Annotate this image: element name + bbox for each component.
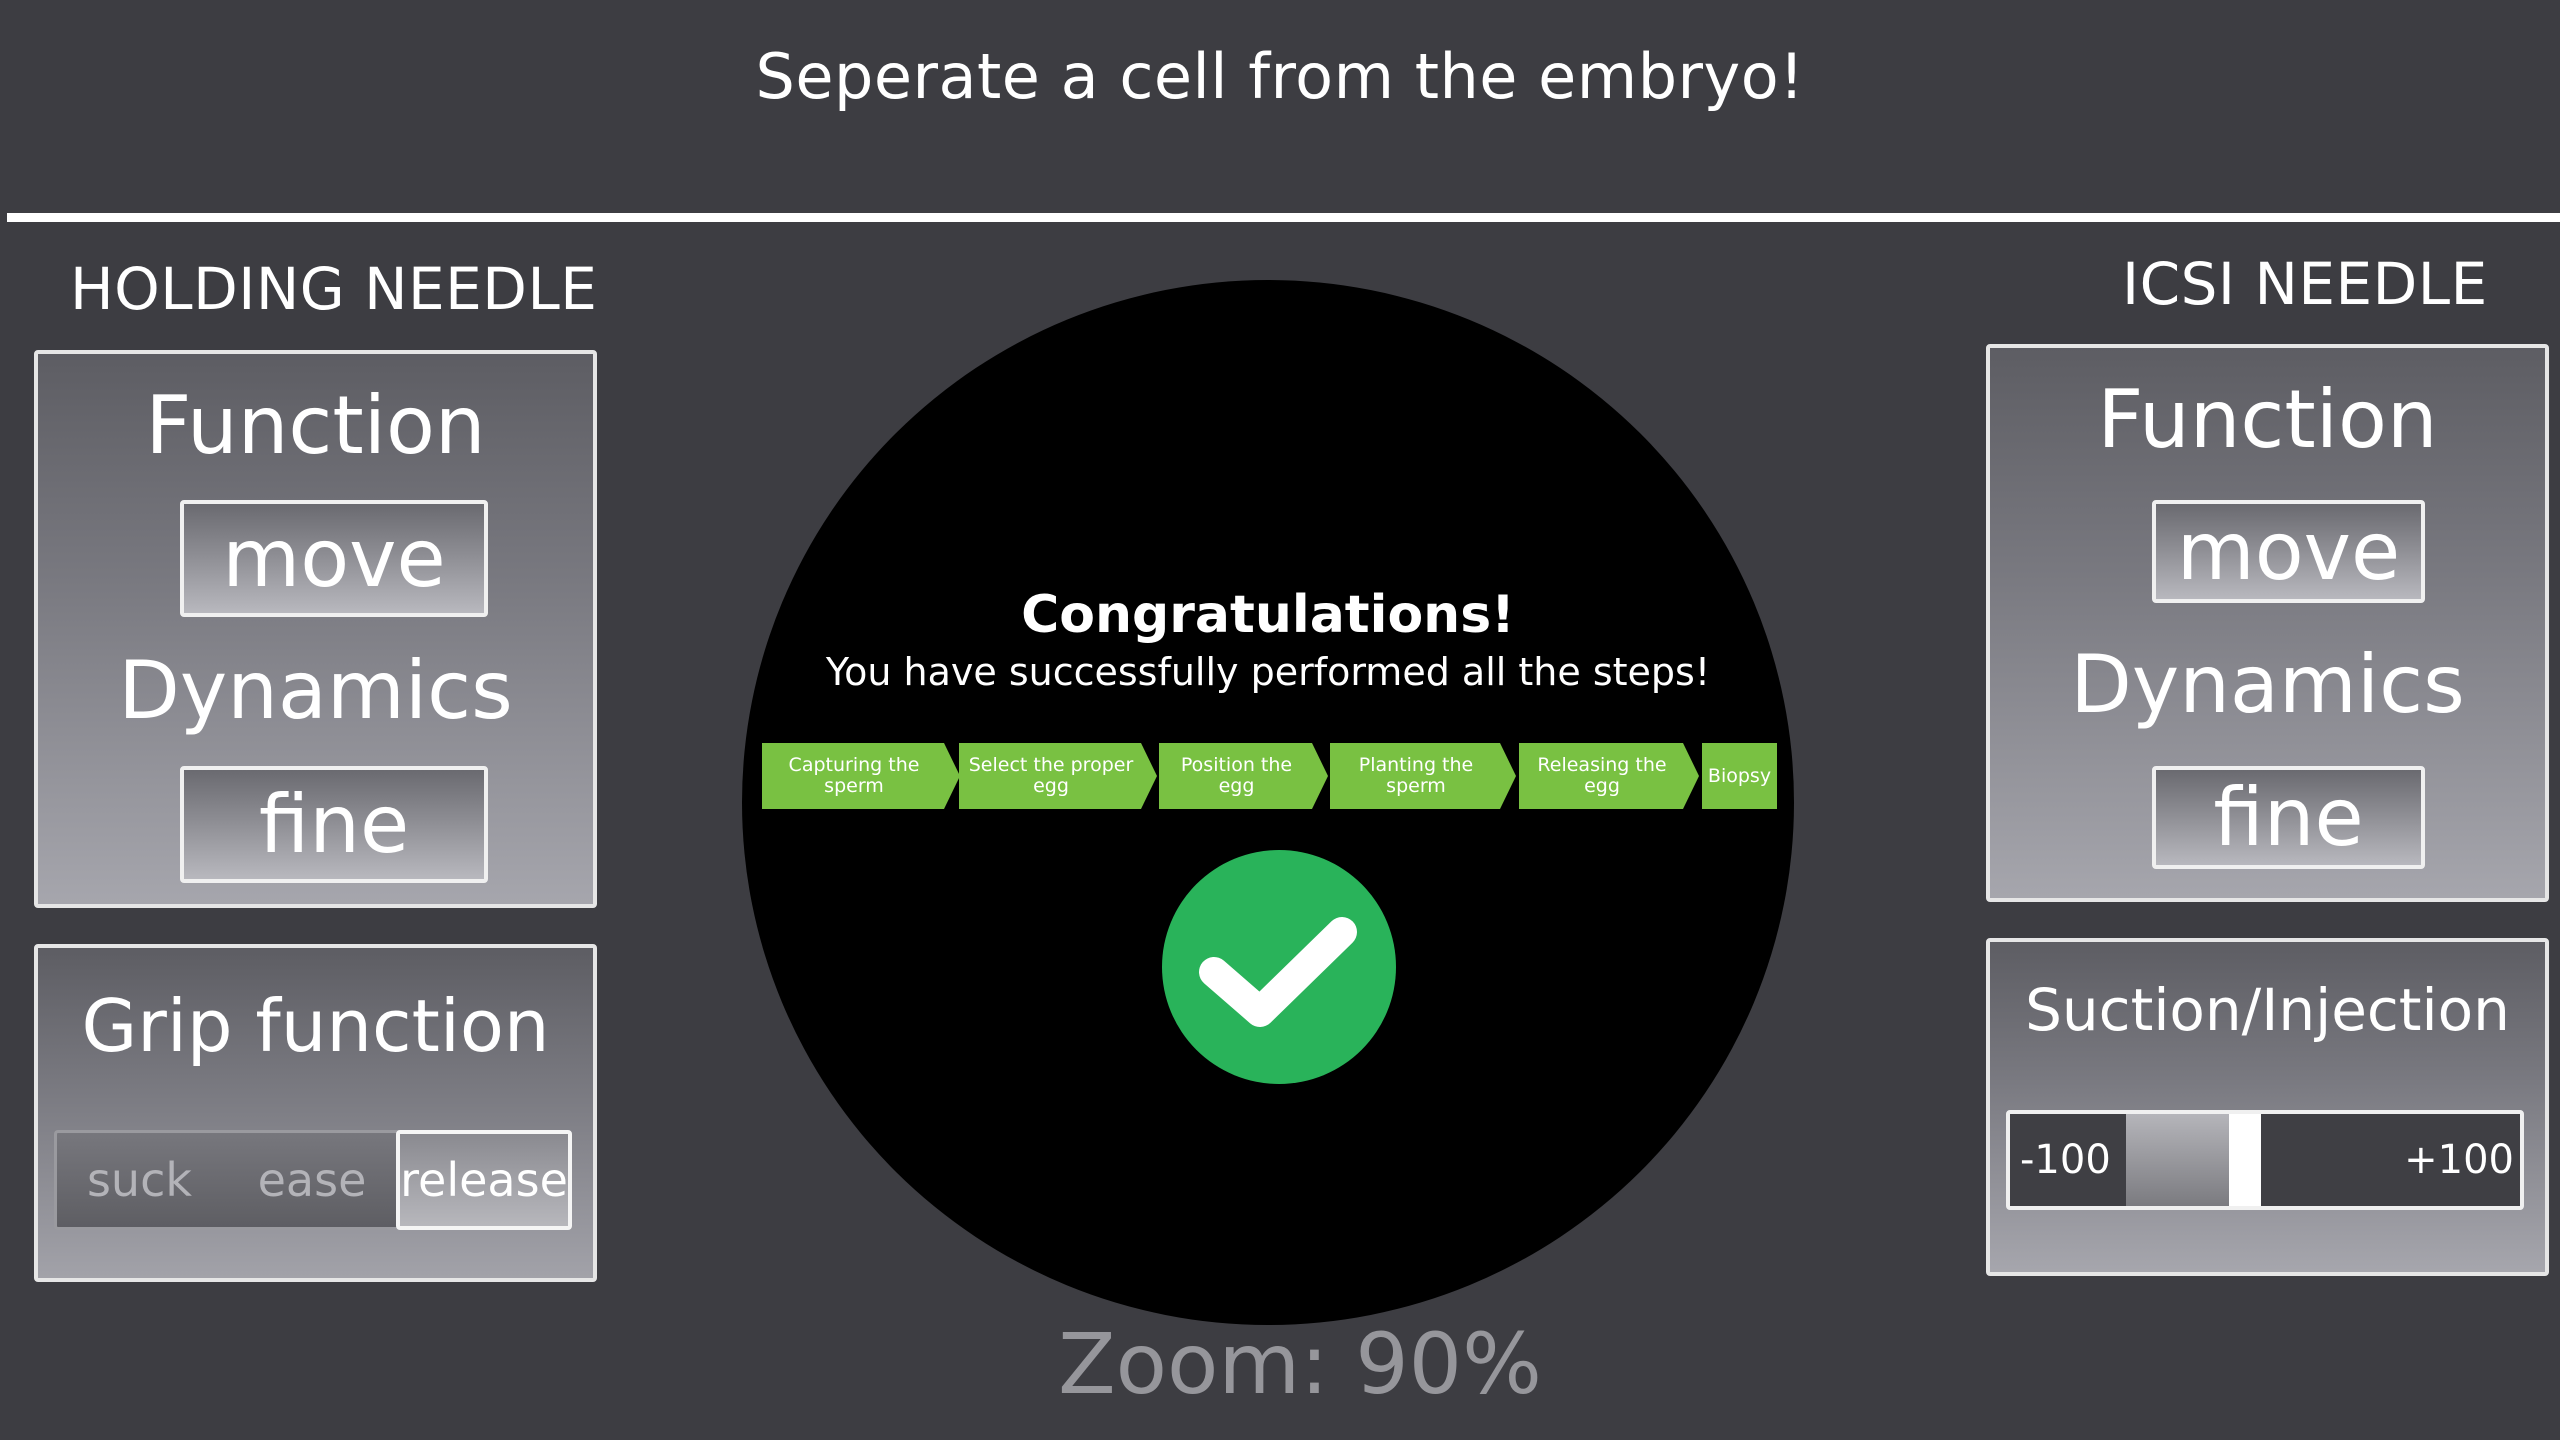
check-icon <box>1199 917 1357 1027</box>
icsi-needle-panel: Function move Dynamics fine <box>1986 344 2549 902</box>
holding-dynamics-button[interactable]: fine <box>180 766 488 883</box>
icsi-function-label: Function <box>2097 373 2438 466</box>
congrats-title: Congratulations! <box>1021 585 1515 645</box>
header-divider <box>7 213 2560 222</box>
grip-function-label: Grip function <box>81 984 550 1068</box>
grip-option-suck[interactable]: suck <box>57 1133 222 1227</box>
zoom-level: Zoom: 90% <box>1058 1315 1542 1413</box>
icsi-dynamics-button[interactable]: fine <box>2152 766 2425 869</box>
step-progress: Capturing the sperm Select the proper eg… <box>762 743 1777 809</box>
slider-max-label: +100 <box>2404 1137 2514 1183</box>
step-releasing-egg: Releasing the egg <box>1519 743 1699 809</box>
grip-option-release[interactable]: release <box>396 1130 572 1230</box>
suction-injection-label: Suction/Injection <box>2025 976 2510 1044</box>
slider-fill <box>2126 1114 2229 1206</box>
suction-injection-slider[interactable]: -100 +100 <box>2006 1110 2524 1210</box>
step-position-egg: Position the egg <box>1159 743 1328 809</box>
holding-needle-panel: Function move Dynamics fine <box>34 350 597 908</box>
slider-thumb[interactable] <box>2229 1114 2261 1206</box>
slider-min-label: -100 <box>2020 1137 2111 1183</box>
icsi-dynamics-label: Dynamics <box>2070 638 2465 731</box>
suction-injection-panel: Suction/Injection -100 +100 <box>1986 938 2549 1276</box>
success-badge <box>1162 850 1396 1084</box>
icsi-needle-title: ICSI NEEDLE <box>2122 250 2488 318</box>
icsi-function-button[interactable]: move <box>2152 500 2425 603</box>
grip-function-panel: Grip function suck ease release <box>34 944 597 1282</box>
holding-function-label: Function <box>145 379 486 472</box>
step-planting-sperm: Planting the sperm <box>1330 743 1516 809</box>
microscope-view: Congratulations! You have successfully p… <box>742 280 1794 1325</box>
step-biopsy: Biopsy <box>1702 743 1777 809</box>
step-select-egg: Select the proper egg <box>959 743 1157 809</box>
grip-option-ease[interactable]: ease <box>222 1133 402 1227</box>
holding-function-button[interactable]: move <box>180 500 488 617</box>
holding-dynamics-label: Dynamics <box>118 644 513 737</box>
task-title: Seperate a cell from the embryo! <box>755 40 1805 113</box>
grip-segmented-control: suck ease release <box>54 1130 572 1230</box>
step-capturing-sperm: Capturing the sperm <box>762 743 960 809</box>
holding-needle-title: HOLDING NEEDLE <box>70 255 598 323</box>
congrats-subtitle: You have successfully performed all the … <box>825 650 1711 694</box>
